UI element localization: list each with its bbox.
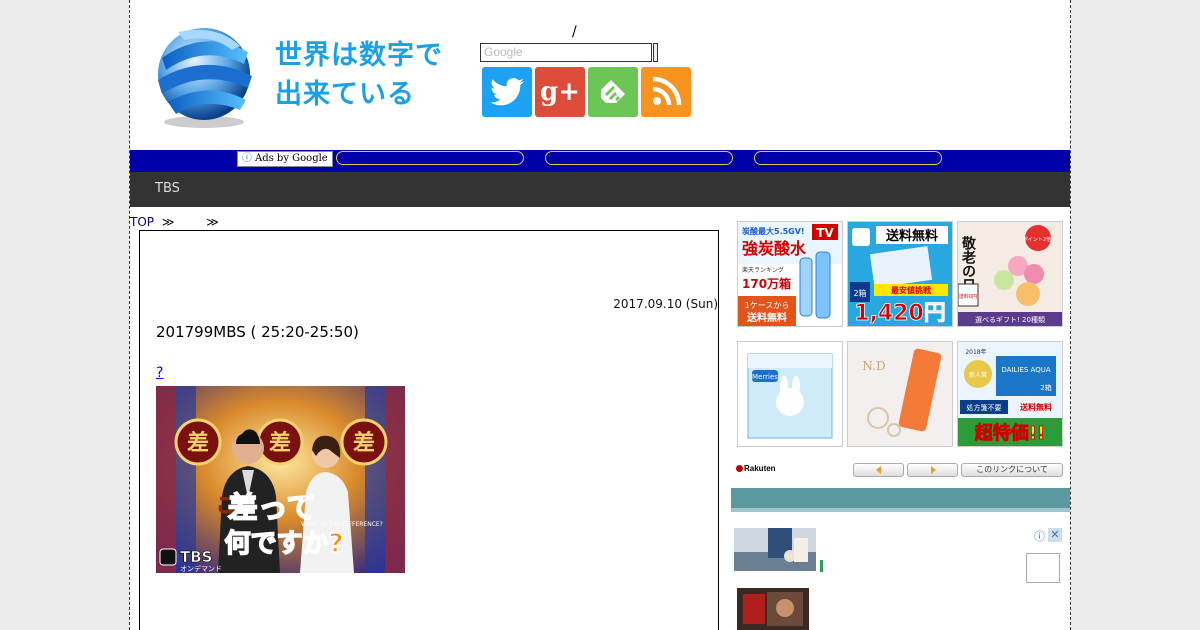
sidebar-section-header [731, 488, 1070, 512]
nav-item-tbs[interactable]: TBS [155, 181, 180, 196]
breadcrumb-top-link[interactable]: TOP [130, 215, 154, 229]
banner-text: 2箱 [1040, 383, 1051, 392]
thumbnail-badge: 差 [353, 430, 375, 456]
ad-link-2[interactable] [545, 151, 733, 165]
banner-text: 処方箋不要 [967, 403, 1002, 412]
banner-text: 2箱 [853, 288, 866, 298]
rakuten-logo[interactable]: Rakuten [736, 464, 776, 473]
ad-link-1[interactable] [336, 151, 524, 165]
rakuten-banner-sparkling-water[interactable]: 炭酸最大5.5GV! 強炭酸水 TV 楽天ランキング 170万箱 1ケースから … [737, 221, 843, 327]
thumbnail-badge: 差 [269, 430, 291, 456]
program-thumbnail[interactable]: 差 差 差 この 差って 何ですか? WHAT IS THE DIFFERENC… [156, 386, 405, 573]
banner-text: 新人賞 [969, 371, 987, 379]
ad-image-2[interactable] [737, 588, 809, 630]
banner-text: 送料0円 [959, 293, 977, 300]
thumbnail-badge: 差 [187, 430, 209, 456]
article-title: 201799MBS ( 25:20-25:50) [156, 323, 359, 341]
banner-text: DAILIES AQUA [1001, 366, 1050, 374]
separator-text: / [572, 24, 577, 40]
rss-button[interactable] [641, 67, 691, 117]
banner-text: 選べるギフト! 20種類 [975, 315, 1045, 324]
breadcrumb: TOP ≫ ≫ [130, 215, 219, 229]
info-icon: ⓘ [242, 153, 252, 164]
banner-text: 炭酸最大5.5GV! [741, 226, 805, 236]
banner-text: 送料無料 [885, 228, 938, 244]
rakuten-dot-icon [736, 465, 743, 472]
googleplus-icon: g+ [540, 77, 580, 107]
ads-by-google-text: Ads by Google [255, 153, 328, 164]
ad-marker [820, 560, 823, 572]
site-title-line2: 出来ている [275, 79, 415, 110]
next-button[interactable] [907, 463, 958, 477]
site-title-line1: 世界は数字で [275, 40, 443, 71]
thumbnail-caption: 何ですか? [224, 529, 343, 559]
banner-text: Merries [752, 373, 778, 381]
rakuten-banner-gift[interactable]: 敬老の日 ポイント2倍! 送料0円 選べるギフト! 20種類 [957, 221, 1063, 327]
tbs-logo: TBS [180, 548, 212, 566]
article-date: 2017.09.10 (Sun) [613, 297, 718, 311]
nav-bar: TBS [130, 172, 1070, 207]
banner-text: 超特価!! [975, 422, 1045, 444]
question-link[interactable]: ? [156, 365, 163, 381]
ad-link-3[interactable] [754, 151, 942, 165]
search-button[interactable] [653, 43, 658, 62]
ad-close-icon[interactable]: ✕ [1048, 528, 1062, 542]
banner-text: N.D [862, 359, 885, 373]
thumbnail-subtitle: WHAT IS THE DIFFERENCE? [301, 521, 383, 528]
breadcrumb-separator: ≫ [161, 215, 175, 229]
banner-text: 1,420円 [854, 301, 946, 326]
rakuten-banner-contact-lens[interactable]: 送料無料 2箱 最安値挑戦 1,420円 [847, 221, 953, 327]
ad-placeholder-box[interactable] [1026, 553, 1060, 583]
ad-image-1[interactable] [734, 528, 816, 571]
rakuten-banner-dailies[interactable]: 2018年 新人賞 DAILIES AQUA 2箱 処方箋不要 送料無料 超特価… [957, 341, 1063, 447]
prev-button[interactable] [853, 463, 904, 477]
banner-text: TV [816, 226, 834, 240]
banner-text: 1ケースから [745, 301, 790, 310]
banner-text: 最安値挑戦 [891, 285, 932, 295]
feedly-icon [601, 80, 625, 103]
banner-text: 送料無料 [1019, 402, 1052, 412]
ads-by-google-label[interactable]: ⓘ Ads by Google [237, 151, 333, 167]
rss-icon [652, 76, 682, 106]
search-input[interactable]: Google [480, 43, 652, 62]
rakuten-banner-diapers[interactable]: Merries [737, 341, 843, 447]
arrow-right-icon [930, 466, 936, 474]
about-link-button[interactable]: このリンクについて [961, 463, 1063, 477]
feedly-button[interactable] [588, 67, 638, 117]
twitter-button[interactable] [482, 67, 532, 117]
site-title[interactable]: 世界は数字で 出来ている [275, 36, 443, 114]
rakuten-logo-text: Rakuten [744, 464, 776, 473]
article-box: 2017.09.10 (Sun) 201799MBS ( 25:20-25:50… [139, 230, 719, 630]
globe-logo-icon[interactable] [148, 18, 260, 130]
banner-text: 強炭酸水 [742, 239, 807, 258]
ad-link-bar: ⓘ Ads by Google [130, 150, 1070, 172]
page: 世界は数字で 出来ている / Google g+ ⓘAds by Google [129, 0, 1071, 630]
banner-text: 楽天ランキング [742, 266, 784, 274]
banner-text: 送料無料 [746, 311, 787, 324]
arrow-left-icon [875, 466, 881, 474]
googleplus-button[interactable]: g+ [535, 67, 585, 117]
banner-text: ポイント2倍! [1023, 236, 1053, 243]
tbs-logo-subtitle: オンデマンド [180, 564, 222, 573]
rakuten-banner-cosmetics[interactable]: N.D [847, 341, 953, 447]
twitter-icon [490, 78, 524, 106]
banner-text: 2018年 [965, 348, 986, 356]
breadcrumb-separator: ≫ [206, 215, 219, 229]
ad-info-icon[interactable]: ⓘ [1034, 528, 1045, 544]
banner-text: 170万箱 [742, 276, 791, 291]
